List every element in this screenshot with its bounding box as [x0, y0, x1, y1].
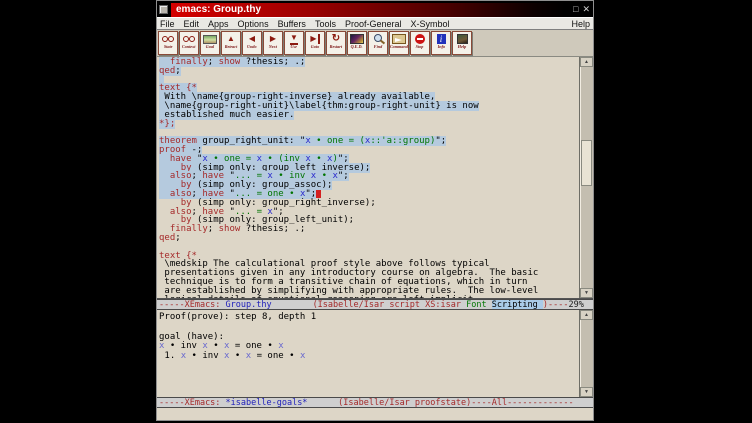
toolbar-button-label: Command: [390, 45, 408, 50]
toolbar-button-label: Goal: [206, 45, 214, 50]
goal-image-icon: [203, 35, 217, 44]
qed-button[interactable]: Q.E.D.: [347, 31, 367, 55]
undo-button[interactable]: Undo: [242, 31, 262, 55]
command-button[interactable]: Command: [389, 31, 409, 55]
goal-button[interactable]: Goal: [200, 31, 220, 55]
info-icon: i: [437, 34, 446, 44]
toolbar-button-label: Find: [374, 45, 382, 50]
toolbar-button-label: Next: [269, 45, 277, 50]
toolbar-button-label: Stop: [416, 45, 424, 50]
code-line[interactable]: theorem group_right_unit: "x • one = (x:…: [159, 137, 579, 146]
qed-image-icon: [350, 34, 364, 44]
goto-arrow-icon: [310, 34, 319, 44]
window-title: emacs: Group.thy: [171, 3, 565, 17]
code-line[interactable]: logical details of equational reasoning …: [159, 296, 579, 298]
code-line[interactable]: qed;: [159, 234, 579, 243]
scrollbar-up-icon[interactable]: ▲: [580, 310, 593, 320]
script-scrollbar-trough[interactable]: [580, 67, 593, 288]
toolbar-button-label: Undo: [247, 45, 257, 50]
menu-item-file[interactable]: File: [160, 19, 175, 29]
toolbar-button-label: Context: [182, 45, 196, 50]
toolbar-button-label: Restart: [330, 45, 342, 50]
code-line[interactable]: finally; show ?thesis; .;: [159, 225, 579, 234]
code-line[interactable]: [159, 76, 579, 85]
menu-item-edit[interactable]: Edit: [184, 19, 200, 29]
context-button[interactable]: Context: [179, 31, 199, 55]
toolbar-button-label: Goto: [311, 45, 319, 50]
menu-item-x-symbol[interactable]: X-Symbol: [410, 19, 449, 29]
xemacs-window: emacs: Group.thy □ ✕ File Edit Apps Options…: [156, 0, 594, 421]
script-buffer-area: finally; show ?thesis; .;qed; text {* Wi…: [157, 57, 593, 299]
toolbar-button-label: Use: [291, 45, 298, 50]
toolbar-button-label: Info: [437, 45, 444, 50]
script-buffer[interactable]: finally; show ?thesis; .;qed; text {* Wi…: [157, 57, 579, 298]
menubar-items: File Edit Apps Options Buffers Tools Proof-Gen…: [160, 19, 571, 29]
code-line[interactable]: *};: [159, 120, 579, 129]
info-button[interactable]: iInfo: [431, 31, 451, 55]
left-arrow-icon: [249, 34, 255, 44]
next-button[interactable]: Next: [263, 31, 283, 55]
magnifier-icon: [372, 34, 385, 44]
scrollbar-down-icon[interactable]: ▼: [580, 387, 593, 397]
maximize-button[interactable]: □: [573, 1, 578, 17]
down-arrow-icon: [290, 33, 298, 45]
menu-item-proof-general[interactable]: Proof-General: [345, 19, 402, 29]
toolbar-button-label: Q.E.D.: [351, 45, 363, 50]
stop-icon: [415, 34, 425, 44]
retract-button[interactable]: Retract: [221, 31, 241, 55]
menu-item-tools[interactable]: Tools: [315, 19, 336, 29]
goal-line[interactable]: Proof(prove): step 8, depth 1: [159, 313, 579, 323]
script-scrollbar[interactable]: ▲ ▼: [579, 57, 593, 298]
restart-icon: [332, 34, 340, 44]
toolbar-button-label: Help: [458, 45, 466, 50]
find-button[interactable]: Find: [368, 31, 388, 55]
minibuffer[interactable]: [157, 408, 593, 420]
goals-buffer[interactable]: Proof(prove): step 8, depth 1goal (have)…: [157, 310, 579, 397]
code-line[interactable]: [159, 243, 579, 252]
up-arrow-icon: [227, 34, 235, 44]
use-button[interactable]: Use: [284, 31, 304, 55]
toolbar-button-label: State: [164, 45, 173, 50]
code-line[interactable]: finally; show ?thesis; .;: [159, 58, 579, 67]
titlebar[interactable]: emacs: Group.thy □ ✕: [157, 1, 593, 17]
code-line[interactable]: qed;: [159, 67, 579, 76]
scrollbar-down-icon[interactable]: ▼: [580, 288, 593, 298]
glasses-icon: [162, 36, 175, 42]
script-modeline: -----XEmacs: Group.thy (Isabelle/Isar sc…: [157, 299, 593, 310]
goto-button[interactable]: Goto: [305, 31, 325, 55]
code-line[interactable]: established much easier.: [159, 111, 579, 120]
toolbar: State Context Goal Retract Undo Next Use Goto Re…: [157, 30, 593, 57]
goals-scrollbar-trough[interactable]: [580, 320, 593, 387]
goals-scrollbar[interactable]: ▲ ▼: [579, 310, 593, 397]
goal-line[interactable]: 1. x • inv x • x = one • x: [159, 352, 579, 362]
menu-item-help[interactable]: Help: [571, 19, 590, 29]
toolbar-button-label: Retract: [225, 45, 238, 50]
scrollbar-up-icon[interactable]: ▲: [580, 57, 593, 67]
restart-button[interactable]: Restart: [326, 31, 346, 55]
menu-item-options[interactable]: Options: [238, 19, 269, 29]
goals-buffer-area: Proof(prove): step 8, depth 1goal (have)…: [157, 310, 593, 397]
goals-modeline: -----XEmacs: *isabelle-goals* (Isabelle/…: [157, 397, 593, 408]
state-button[interactable]: State: [158, 31, 178, 55]
window-menu-button[interactable]: [159, 5, 168, 14]
close-button[interactable]: ✕: [582, 1, 590, 17]
menu-item-apps[interactable]: Apps: [208, 19, 229, 29]
help-button[interactable]: Help: [452, 31, 472, 55]
glasses-icon: [183, 36, 196, 42]
right-arrow-icon: [270, 34, 276, 44]
menu-item-buffers[interactable]: Buffers: [278, 19, 306, 29]
menubar: File Edit Apps Options Buffers Tools Proof-Gen…: [157, 17, 593, 30]
help-image-icon: [457, 34, 468, 44]
stop-button[interactable]: Stop: [410, 31, 430, 55]
desktop-background: emacs: Group.thy □ ✕ File Edit Apps Options…: [0, 0, 752, 423]
pointing-hand-icon: [392, 34, 406, 44]
script-scrollbar-thumb[interactable]: [581, 140, 592, 186]
